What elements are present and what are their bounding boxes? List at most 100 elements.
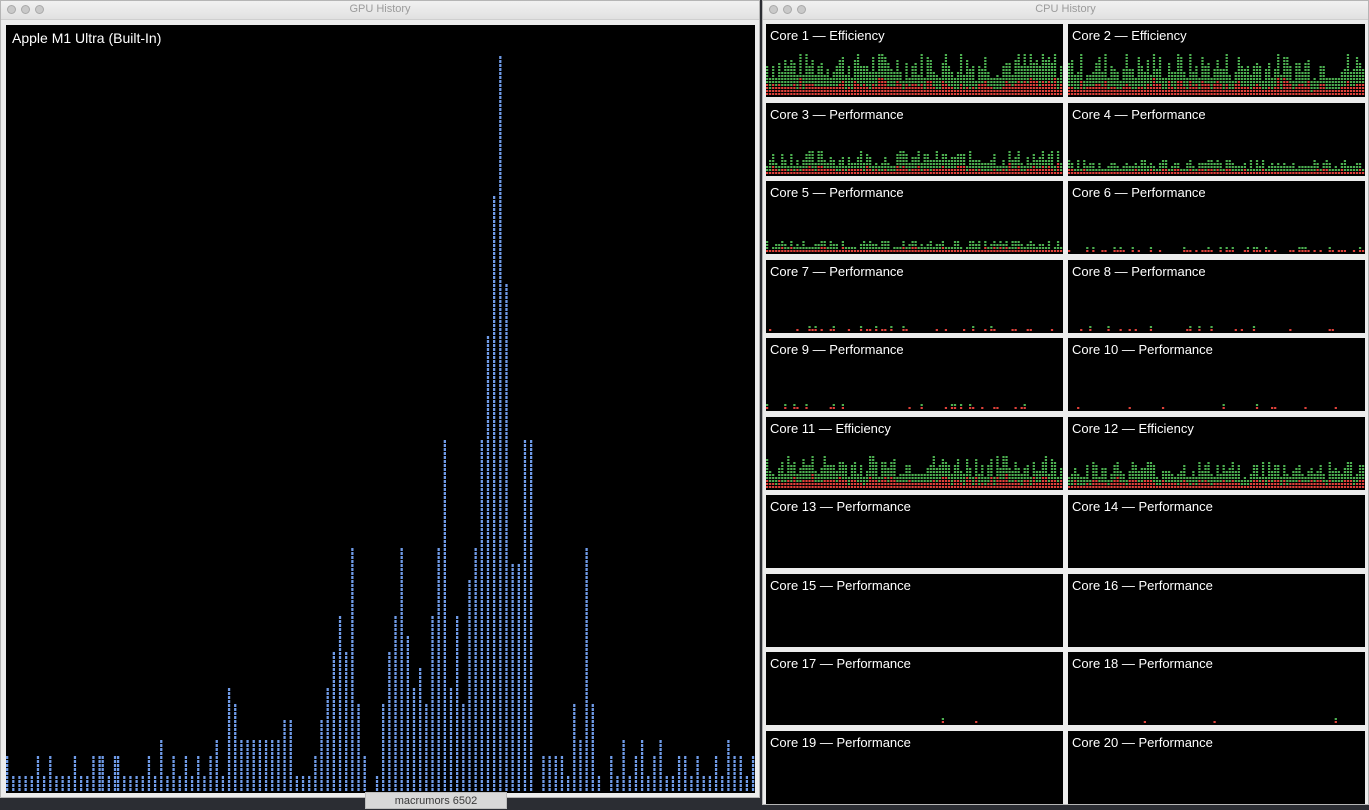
cpu-user-segment bbox=[1002, 69, 1004, 71]
gpu-usage-segment bbox=[425, 740, 427, 743]
gpu-usage-segment bbox=[481, 708, 483, 711]
cpu-system-segment bbox=[839, 90, 841, 92]
gpu-usage-segment bbox=[524, 752, 526, 755]
gpu-usage-segment bbox=[357, 708, 359, 711]
cpu-user-segment bbox=[842, 163, 844, 165]
cpu-user-segment bbox=[890, 75, 892, 77]
cpu-user-segment bbox=[987, 169, 989, 171]
cpu-user-segment bbox=[854, 163, 856, 165]
gpu-usage-segment bbox=[499, 680, 501, 683]
gpu-usage-segment bbox=[209, 784, 211, 787]
gpu-usage-segment bbox=[505, 532, 507, 535]
cpu-system-segment bbox=[1220, 87, 1222, 89]
cpu-user-segment bbox=[1039, 84, 1041, 86]
gpu-usage-segment bbox=[265, 764, 267, 767]
gpu-usage-segment bbox=[401, 600, 403, 603]
cpu-user-segment bbox=[827, 163, 829, 165]
cpu-user-segment bbox=[969, 166, 971, 168]
gpu-usage-segment bbox=[493, 540, 495, 543]
gpu-usage-segment bbox=[493, 764, 495, 767]
cpu-system-segment bbox=[993, 90, 995, 92]
cpu-system-segment bbox=[1217, 90, 1219, 92]
cpu-system-segment bbox=[908, 93, 910, 95]
cpu-user-segment bbox=[1320, 75, 1322, 77]
gpu-usage-segment bbox=[327, 736, 329, 739]
gpu-usage-segment bbox=[431, 768, 433, 771]
gpu-window-titlebar[interactable]: GPU History bbox=[1, 1, 759, 20]
cpu-system-segment bbox=[1036, 87, 1038, 89]
cpu-user-segment bbox=[805, 163, 807, 165]
gpu-usage-segment bbox=[635, 760, 637, 763]
cpu-user-segment bbox=[833, 75, 835, 77]
cpu-user-segment bbox=[824, 84, 826, 86]
gpu-usage-segment bbox=[394, 780, 396, 783]
cpu-system-segment bbox=[921, 93, 923, 95]
cpu-user-segment bbox=[1265, 87, 1267, 89]
gpu-usage-segment bbox=[345, 696, 347, 699]
cpu-user-segment bbox=[836, 66, 838, 68]
cpu-user-segment bbox=[1223, 69, 1225, 71]
gpu-usage-segment bbox=[493, 248, 495, 251]
gpu-usage-segment bbox=[475, 612, 477, 615]
gpu-usage-segment bbox=[234, 780, 236, 783]
gpu-usage-segment bbox=[573, 728, 575, 731]
cpu-user-segment bbox=[1048, 78, 1050, 80]
cpu-user-segment bbox=[911, 163, 913, 165]
gpu-usage-segment bbox=[228, 712, 230, 715]
cpu-user-segment bbox=[981, 163, 983, 165]
gpu-usage-segment bbox=[468, 616, 470, 619]
cpu-user-segment bbox=[996, 169, 998, 171]
gpu-usage-segment bbox=[530, 460, 532, 463]
gpu-usage-segment bbox=[394, 652, 396, 655]
gpu-usage-segment bbox=[92, 760, 94, 763]
gpu-usage-segment bbox=[493, 492, 495, 495]
cpu-system-segment bbox=[942, 166, 944, 168]
gpu-usage-segment bbox=[493, 436, 495, 439]
cpu-system-segment bbox=[1024, 93, 1026, 95]
gpu-usage-segment bbox=[407, 676, 409, 679]
gpu-usage-segment bbox=[499, 460, 501, 463]
gpu-usage-segment bbox=[499, 220, 501, 223]
gpu-usage-segment bbox=[585, 584, 587, 587]
cpu-user-segment bbox=[1110, 78, 1112, 80]
gpu-usage-segment bbox=[135, 784, 137, 787]
gpu-usage-segment bbox=[394, 744, 396, 747]
cpu-user-segment bbox=[1341, 81, 1343, 83]
gpu-usage-segment bbox=[253, 772, 255, 775]
cpu-user-segment bbox=[842, 160, 844, 162]
gpu-usage-segment bbox=[629, 788, 631, 791]
cpu-system-segment bbox=[1268, 93, 1270, 95]
gpu-usage-segment bbox=[505, 620, 507, 623]
cpu-user-segment bbox=[1307, 78, 1309, 80]
gpu-usage-segment bbox=[740, 768, 742, 771]
gpu-usage-segment bbox=[493, 384, 495, 387]
cpu-system-segment bbox=[830, 90, 832, 92]
cpu-window-titlebar[interactable]: CPU History bbox=[763, 1, 1368, 20]
gpu-usage-segment bbox=[524, 528, 526, 531]
gpu-usage-segment bbox=[499, 56, 501, 59]
gpu-usage-segment bbox=[462, 772, 464, 775]
cpu-user-segment bbox=[1277, 54, 1279, 56]
gpu-usage-segment bbox=[727, 780, 729, 783]
cpu-system-segment bbox=[1186, 90, 1188, 92]
gpu-usage-segment bbox=[68, 784, 70, 787]
background-tab[interactable]: macrumors 6502 bbox=[365, 792, 507, 809]
cpu-user-segment bbox=[899, 72, 901, 74]
gpu-usage-segment bbox=[234, 764, 236, 767]
cpu-user-segment bbox=[1235, 78, 1237, 80]
gpu-usage-segment bbox=[592, 760, 594, 763]
cpu-user-segment bbox=[772, 160, 774, 162]
gpu-usage-segment bbox=[542, 756, 544, 759]
gpu-usage-segment bbox=[475, 580, 477, 583]
cpu-system-segment bbox=[836, 90, 838, 92]
cpu-user-segment bbox=[1060, 66, 1062, 68]
gpu-usage-segment bbox=[357, 768, 359, 771]
cpu-system-segment bbox=[1150, 90, 1152, 92]
gpu-usage-segment bbox=[740, 788, 742, 791]
gpu-usage-segment bbox=[505, 776, 507, 779]
gpu-usage-segment bbox=[585, 740, 587, 743]
gpu-usage-segment bbox=[431, 624, 433, 627]
cpu-system-segment bbox=[790, 87, 792, 89]
gpu-usage-segment bbox=[438, 672, 440, 675]
cpu-user-segment bbox=[1011, 75, 1013, 77]
